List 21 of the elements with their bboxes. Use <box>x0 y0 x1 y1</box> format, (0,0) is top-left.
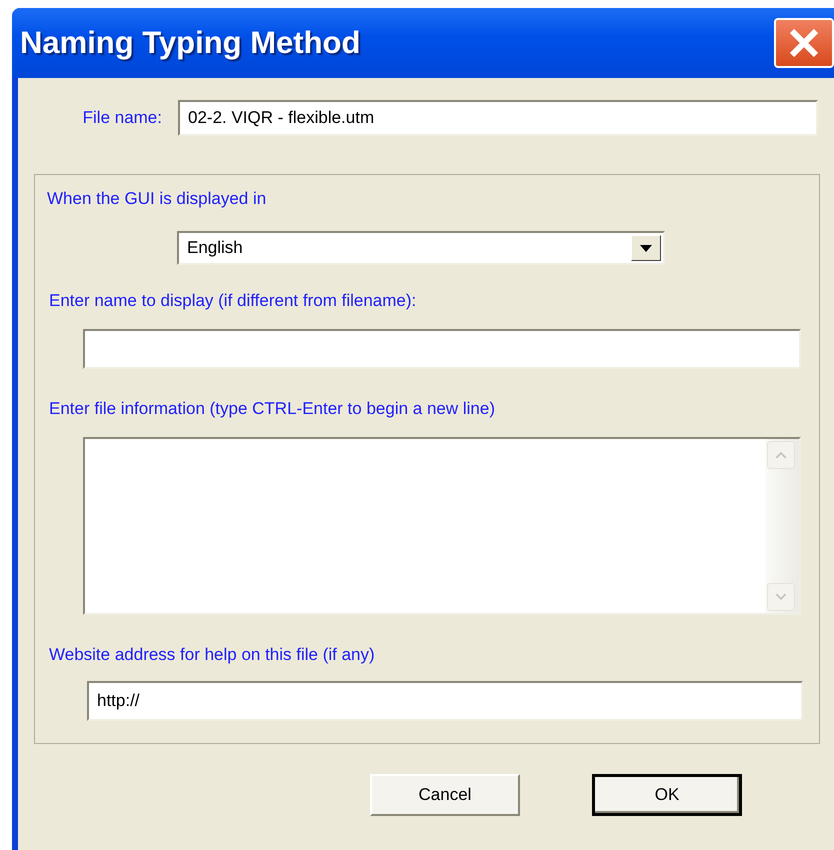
dropdown-arrow-button[interactable] <box>631 235 661 261</box>
scroll-up-icon[interactable] <box>767 441 795 469</box>
cancel-button[interactable]: Cancel <box>370 774 520 816</box>
close-icon <box>788 27 820 59</box>
caret-icon <box>640 244 652 252</box>
file-name-label: File name: <box>82 108 162 128</box>
file-name-field[interactable]: 02-2. VIQR - flexible.utm <box>178 100 818 136</box>
website-field[interactable]: http:// <box>87 681 803 721</box>
display-name-label: Enter name to display (if different from filename): <box>49 291 418 311</box>
file-info-label: Enter file information (type CTRL-Enter to begin a new line) <box>49 399 496 419</box>
dropdown-value: English <box>187 238 243 258</box>
window-title: Naming Typing Method <box>20 25 360 61</box>
scroll-down-icon[interactable] <box>767 583 795 611</box>
file-info-field[interactable] <box>83 437 801 615</box>
display-name-field[interactable] <box>83 329 801 369</box>
language-dropdown[interactable]: English <box>177 231 665 265</box>
language-label: When the GUI is displayed in <box>47 189 268 209</box>
scrollbar[interactable] <box>765 439 799 613</box>
ok-button[interactable]: OK <box>592 774 742 816</box>
website-label: Website address for help on this file (if any) <box>49 645 376 665</box>
close-button[interactable] <box>774 18 834 68</box>
